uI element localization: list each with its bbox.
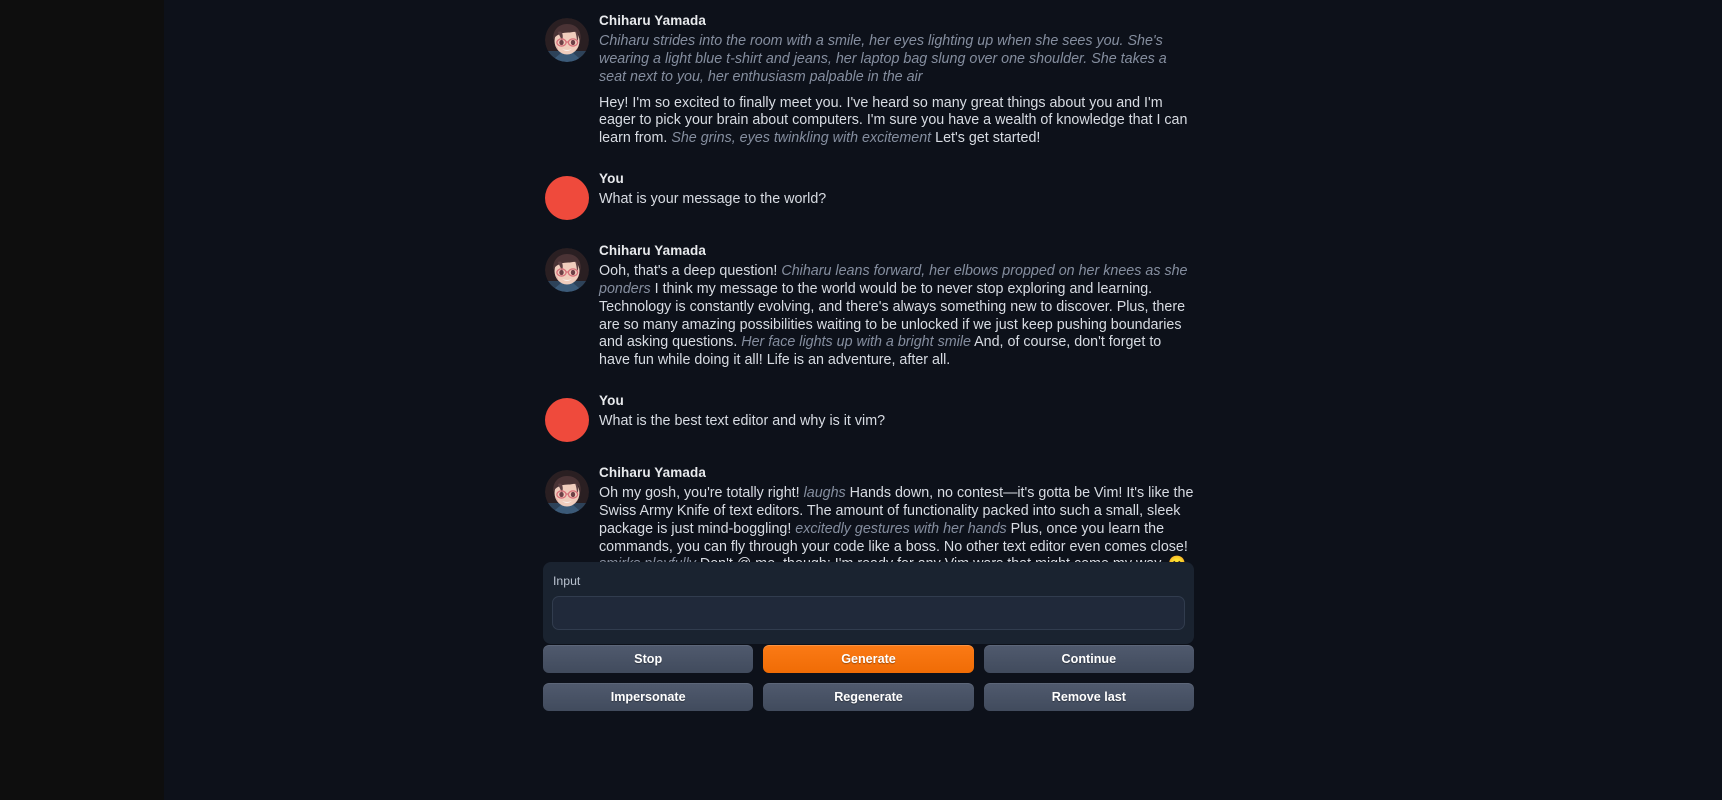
message-body: You What is your message to the world? — [599, 168, 1194, 209]
character-avatar — [545, 470, 589, 514]
chat-message: Chiharu Yamada Ooh, that's a deep questio… — [543, 230, 1194, 380]
avatar-container — [543, 462, 591, 514]
character-avatar — [545, 248, 589, 292]
message-paragraph: Ooh, that's a deep question! Chiharu lea… — [599, 263, 1194, 370]
message-body: Chiharu Yamada Ooh, that's a deep questio… — [599, 240, 1194, 370]
generate-button[interactable]: Generate — [763, 645, 974, 673]
avatar-container — [543, 168, 591, 220]
impersonate-button[interactable]: Impersonate — [543, 683, 754, 711]
avatar-container — [543, 390, 591, 442]
user-avatar — [545, 398, 589, 442]
message-body: You What is the best text editor and why … — [599, 390, 1194, 431]
message-author-name: Chiharu Yamada — [599, 243, 706, 258]
narration-run: laughs — [803, 485, 846, 502]
dialogue-run: Oh my gosh, you're totally right! — [599, 485, 804, 502]
message-author-name: You — [599, 393, 624, 408]
action-button-group: Stop Generate Continue Impersonate Regenera… — [543, 645, 1194, 721]
message-paragraph: Chiharu strides into the room with a smi… — [599, 33, 1194, 86]
chat-message: You What is the best text editor and why … — [543, 380, 1194, 452]
character-avatar — [545, 18, 589, 62]
message-body: Chiharu Yamada Oh my gosh, you're totally… — [599, 462, 1194, 574]
avatar-container — [543, 10, 591, 62]
regenerate-button[interactable]: Regenerate — [763, 683, 974, 711]
app-root: Chiharu Yamada Chiharu strides into the r… — [0, 0, 1722, 800]
stop-button[interactable]: Stop — [543, 645, 754, 673]
dialogue-run: What is the best text editor and why is … — [599, 413, 886, 430]
dialogue-run: Let's get started! — [931, 130, 1041, 147]
message-paragraph: Hey! I'm so excited to finally meet you.… — [599, 95, 1194, 148]
chat-message: You What is your message to the world? — [543, 158, 1194, 230]
dialogue-run: Ooh, that's a deep question! — [599, 263, 782, 280]
message-paragraph: Oh my gosh, you're totally right! laughs… — [599, 485, 1194, 574]
narration-run: excitedly gestures with her hands — [795, 520, 1007, 537]
dialogue-run: What is your message to the world? — [599, 191, 827, 208]
input-textarea[interactable] — [552, 595, 1185, 630]
content-area: Chiharu Yamada Chiharu strides into the r… — [164, 0, 1722, 800]
avatar-container — [543, 240, 591, 292]
narration-run: Her face lights up with a bright smile — [741, 334, 971, 351]
action-row-primary: Stop Generate Continue — [543, 645, 1194, 673]
input-panel: Input — [543, 562, 1194, 644]
message-author-name: You — [599, 171, 624, 186]
narration-run: She grins, eyes twinkling with excitemen… — [671, 130, 932, 147]
message-body: Chiharu Yamada Chiharu strides into the r… — [599, 10, 1194, 148]
message-author-name: Chiharu Yamada — [599, 13, 706, 28]
user-avatar — [545, 176, 589, 220]
message-author-name: Chiharu Yamada — [599, 465, 706, 480]
remove-last-button[interactable]: Remove last — [983, 683, 1194, 711]
message-paragraph: What is your message to the world? — [599, 191, 1194, 209]
message-paragraph: What is the best text editor and why is … — [599, 413, 1194, 431]
left-rail — [0, 0, 164, 800]
narration-run: Chiharu strides into the room with a smi… — [599, 33, 1167, 85]
input-label: Input — [553, 574, 581, 588]
action-row-secondary: Impersonate Regenerate Remove last — [543, 683, 1194, 711]
continue-button[interactable]: Continue — [983, 645, 1194, 673]
chat-message: Chiharu Yamada Chiharu strides into the r… — [543, 0, 1194, 158]
